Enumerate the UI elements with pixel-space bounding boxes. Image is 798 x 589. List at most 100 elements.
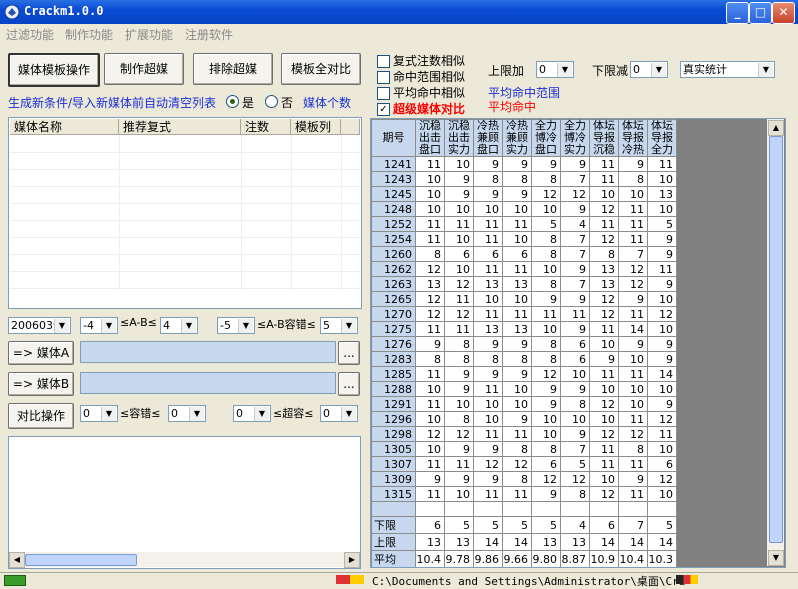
- table-row[interactable]: 1275 11 11 13 13 10 9 11 14 10: [371, 321, 677, 337]
- table-row[interactable]: 1276 9 8 9 9 8 6 10 9 9: [371, 336, 677, 352]
- table-cell[interactable]: 9: [473, 471, 503, 487]
- table-cell[interactable]: 6: [560, 351, 590, 367]
- table-row[interactable]: 1262 12 10 11 11 10 9 13 12 11: [371, 261, 677, 277]
- stat-mode-select[interactable]: 真实统计 ▼: [680, 61, 775, 78]
- table-cell[interactable]: 13: [531, 533, 561, 551]
- menu-extend[interactable]: 扩展功能: [125, 26, 173, 43]
- row-label[interactable]: 1276: [371, 336, 416, 352]
- table-cell[interactable]: 8: [560, 396, 590, 412]
- table-cell[interactable]: 11: [415, 456, 445, 472]
- table-cell[interactable]: 9: [618, 156, 648, 172]
- table-cell[interactable]: 12: [647, 306, 677, 322]
- table-cell[interactable]: 9: [618, 471, 648, 487]
- table-cell[interactable]: 9: [531, 156, 561, 172]
- table-cell[interactable]: 12: [531, 366, 561, 382]
- table-cell[interactable]: 11: [415, 366, 445, 382]
- table-cell[interactable]: 6: [415, 516, 445, 534]
- row-label[interactable]: 1265: [371, 291, 416, 307]
- table-cell[interactable]: 11: [473, 486, 503, 502]
- table-cell[interactable]: 12: [444, 426, 474, 442]
- table-cell[interactable]: 13: [502, 276, 532, 292]
- table-cell[interactable]: 12: [618, 261, 648, 277]
- row-label[interactable]: 1309: [371, 471, 416, 487]
- table-cell[interactable]: 10: [502, 201, 532, 217]
- table-cell[interactable]: 8: [531, 351, 561, 367]
- table-cell[interactable]: 10: [473, 411, 503, 427]
- table-cell[interactable]: 10: [415, 171, 445, 187]
- row-label[interactable]: 1298: [371, 426, 416, 442]
- header-column[interactable]: 体坛 导报 全力: [647, 119, 677, 157]
- table-cell[interactable]: 8: [618, 171, 648, 187]
- table-cell[interactable]: 6: [647, 456, 677, 472]
- table-cell[interactable]: 11: [473, 216, 503, 232]
- table-cell[interactable]: 13: [444, 533, 474, 551]
- table-cell[interactable]: 9: [647, 351, 677, 367]
- table-cell[interactable]: 11: [415, 216, 445, 232]
- table-cell[interactable]: 12: [589, 396, 619, 412]
- table-cell[interactable]: 11: [473, 426, 503, 442]
- table-cell[interactable]: 7: [560, 246, 590, 262]
- table-cell[interactable]: 14: [618, 533, 648, 551]
- table-cell[interactable]: 9: [444, 441, 474, 457]
- table-cell[interactable]: 7: [618, 246, 648, 262]
- table-cell[interactable]: 10.4: [415, 550, 445, 567]
- table-cell[interactable]: 6: [560, 336, 590, 352]
- table-cell[interactable]: 12: [589, 231, 619, 247]
- table-cell[interactable]: 9: [618, 291, 648, 307]
- table-cell[interactable]: 9: [618, 336, 648, 352]
- table-cell[interactable]: 10: [589, 336, 619, 352]
- table-cell[interactable]: 10.4: [618, 550, 648, 567]
- c1-select[interactable]: 0 ▼: [80, 405, 118, 422]
- table-row[interactable]: 1248 10 10 10 10 10 9 12 11 10: [371, 201, 677, 217]
- table-cell[interactable]: 9.86: [473, 550, 503, 567]
- summary-row[interactable]: 上限 13 13 14 14 13 13 14 14 14: [371, 533, 677, 551]
- table-cell[interactable]: 10: [502, 291, 532, 307]
- table-cell[interactable]: 11: [502, 216, 532, 232]
- table-cell[interactable]: 10: [415, 201, 445, 217]
- table-cell[interactable]: 11: [647, 426, 677, 442]
- header-column[interactable]: 全力 博冷 实力: [560, 119, 590, 157]
- table-cell[interactable]: 8: [444, 411, 474, 427]
- row-label[interactable]: 1262: [371, 261, 416, 277]
- table-cell[interactable]: 8: [560, 486, 590, 502]
- table-cell[interactable]: 9: [502, 186, 532, 202]
- table-cell[interactable]: 12: [647, 411, 677, 427]
- table-cell[interactable]: 5: [647, 516, 677, 534]
- table-cell[interactable]: 9: [444, 366, 474, 382]
- table-cell[interactable]: 11: [502, 486, 532, 502]
- row-label[interactable]: 1315: [371, 486, 416, 502]
- table-cell[interactable]: 8: [502, 351, 532, 367]
- table-cell[interactable]: 5: [531, 216, 561, 232]
- table-row[interactable]: 1260 8 6 6 6 8 7 8 7 9: [371, 246, 677, 262]
- table-cell[interactable]: 12: [502, 456, 532, 472]
- table-cell[interactable]: 9: [415, 471, 445, 487]
- table-cell[interactable]: 10: [618, 186, 648, 202]
- row-label[interactable]: 1263: [371, 276, 416, 292]
- c2-select[interactable]: 0 ▼: [168, 405, 206, 422]
- table-cell[interactable]: 10: [415, 186, 445, 202]
- table-cell[interactable]: 10: [531, 261, 561, 277]
- table-cell[interactable]: 5: [502, 516, 532, 534]
- table-cell[interactable]: 8: [618, 441, 648, 457]
- table-cell[interactable]: 14: [473, 533, 503, 551]
- table-cell[interactable]: 12: [415, 426, 445, 442]
- table-cell[interactable]: 6: [589, 516, 619, 534]
- table-cell[interactable]: 11: [444, 216, 474, 232]
- template-ops-button[interactable]: 媒体模板操作: [8, 53, 100, 87]
- table-cell[interactable]: 9: [444, 381, 474, 397]
- table-cell[interactable]: 4: [560, 516, 590, 534]
- table-cell[interactable]: 9: [502, 156, 532, 172]
- table-cell[interactable]: 11: [618, 366, 648, 382]
- tol-max-select[interactable]: 5 ▼: [320, 317, 358, 334]
- table-cell[interactable]: 11: [473, 381, 503, 397]
- table-cell[interactable]: 10: [531, 321, 561, 337]
- table-cell[interactable]: 6: [502, 246, 532, 262]
- row-label[interactable]: 1252: [371, 216, 416, 232]
- table-cell[interactable]: 10: [473, 201, 503, 217]
- table-cell[interactable]: 12: [618, 426, 648, 442]
- a-max-select[interactable]: 4 ▼: [160, 317, 198, 334]
- table-cell[interactable]: 11: [415, 156, 445, 172]
- hit-range-checkbox[interactable]: [377, 71, 390, 84]
- media-a-field[interactable]: [80, 341, 336, 363]
- table-cell[interactable]: 10: [589, 471, 619, 487]
